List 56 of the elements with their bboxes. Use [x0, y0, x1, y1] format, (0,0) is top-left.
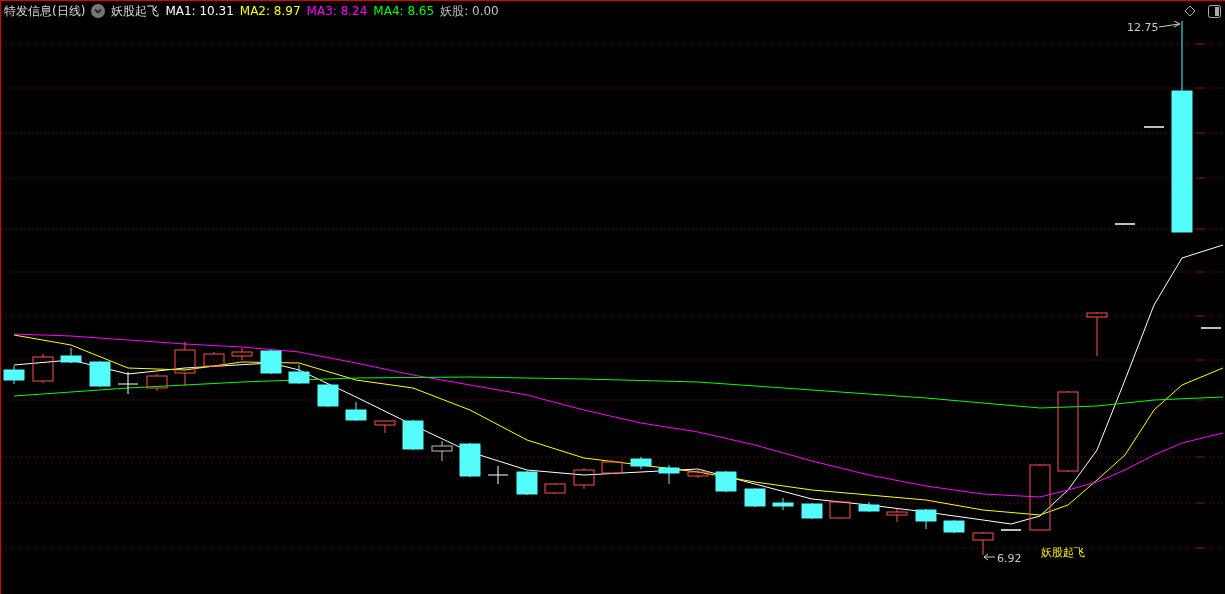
low-price-label: 6.92 [997, 552, 1022, 565]
candlestick [601, 459, 623, 475]
candlestick [260, 349, 282, 375]
candlestick [544, 482, 566, 495]
legend-value: MA2: 8.97 [239, 4, 301, 18]
candlestick [3, 365, 25, 385]
indicator-name: 妖股起飞 [111, 2, 160, 20]
candlestick [174, 341, 196, 387]
candlestick [516, 470, 538, 496]
candlestick [972, 531, 994, 556]
candlestick [32, 353, 54, 384]
legend-value: MA4: 8.65 [373, 4, 435, 18]
candlestick [829, 500, 851, 520]
candlestick [1200, 327, 1222, 329]
candlestick [772, 497, 794, 511]
high-price-arrow [1158, 21, 1181, 28]
candlestick [1114, 223, 1136, 225]
candlestick [801, 502, 823, 520]
candlestick [146, 373, 168, 392]
candlestick [487, 465, 509, 485]
legend-value: 妖股: 0.00 [440, 2, 499, 20]
candlestick [60, 347, 82, 364]
candlestick [89, 360, 111, 388]
candlestick [117, 371, 139, 395]
diamond-icon[interactable] [1184, 5, 1196, 17]
candlestick [374, 420, 396, 434]
candlestick [431, 440, 453, 462]
panel-toggle-icon[interactable] [1208, 4, 1221, 18]
candlestick [630, 456, 652, 470]
candlestick [886, 508, 908, 523]
candlestick [203, 351, 225, 368]
candlestick [288, 364, 310, 385]
candlestick [317, 383, 339, 408]
candlestick [943, 519, 965, 534]
legend-value: MA1: 10.31 [165, 4, 234, 18]
signal-label: 妖股起飞 [1041, 546, 1085, 559]
candlestick [231, 347, 253, 361]
candlestick [915, 508, 937, 530]
candlestick [1000, 529, 1022, 531]
low-price-arrow [983, 553, 996, 561]
candlestick [858, 501, 880, 513]
candlestick [1086, 311, 1108, 357]
candlestick [1143, 126, 1165, 128]
candlestick [345, 401, 367, 422]
candlestick [687, 469, 709, 479]
candlestick [744, 487, 766, 508]
candlestick [658, 464, 680, 485]
candlestick [715, 470, 737, 493]
dropdown-icon[interactable] [91, 4, 106, 18]
candlestick [459, 442, 481, 478]
stock-title: 特发信息(日线) [4, 2, 86, 20]
legend-value: MA3: 8.24 [306, 4, 368, 18]
candlestick [1029, 463, 1051, 532]
high-price-label: 12.75 [1127, 21, 1159, 34]
candlestick [402, 419, 424, 451]
candlestick [573, 467, 595, 490]
